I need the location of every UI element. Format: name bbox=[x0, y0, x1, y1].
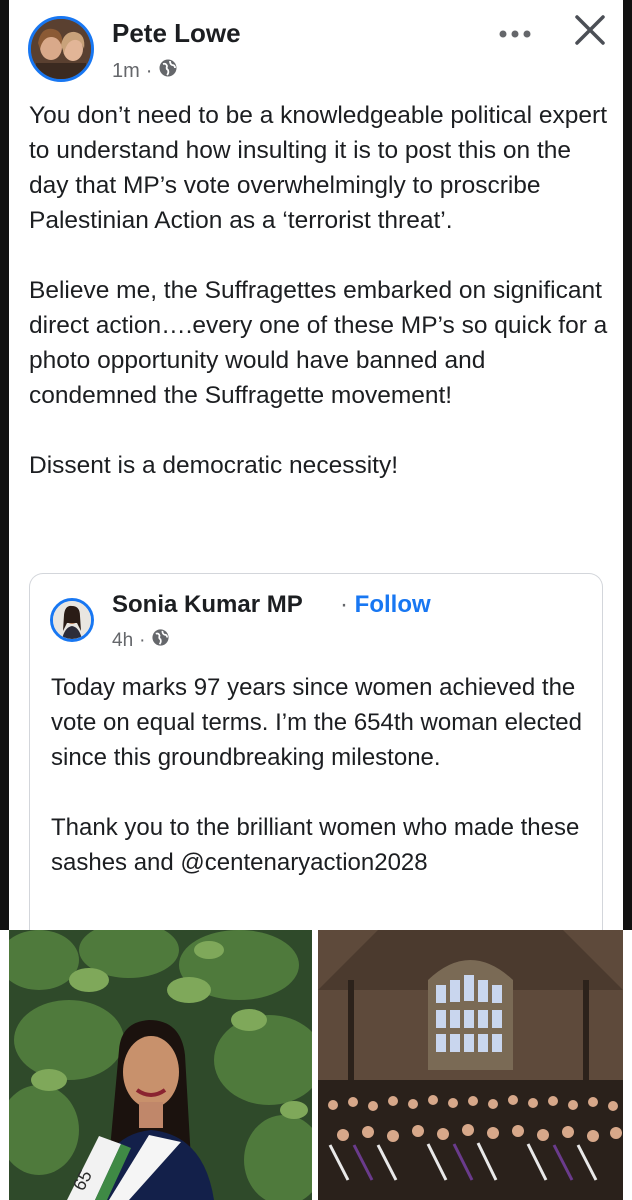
shared-post-text: Today marks 97 years since women achieve… bbox=[51, 670, 591, 880]
author-name[interactable]: Pete Lowe bbox=[112, 18, 241, 49]
shared-author-name[interactable]: Sonia Kumar MP bbox=[112, 591, 303, 619]
post-time[interactable]: 1m bbox=[112, 60, 140, 83]
globe-icon bbox=[151, 628, 170, 653]
shared-post-time[interactable]: 4h bbox=[112, 630, 133, 652]
post-paragraph: You don’t need to be a knowledgeable pol… bbox=[29, 102, 607, 234]
follow-button[interactable]: · Follow bbox=[340, 591, 431, 619]
close-button[interactable] bbox=[570, 12, 610, 52]
screen-frame-left bbox=[0, 0, 9, 930]
more-options-button[interactable] bbox=[495, 14, 535, 54]
close-icon bbox=[574, 14, 606, 51]
more-dots-icon bbox=[499, 25, 531, 43]
post-paragraph: Believe me, the Suffragettes embarked on… bbox=[29, 277, 608, 409]
photo-woman-with-sash[interactable]: 65 bbox=[9, 930, 312, 1200]
shared-author-avatar[interactable] bbox=[50, 598, 94, 642]
shared-paragraph: Today marks 97 years since women achieve… bbox=[51, 674, 582, 771]
post-text: You don’t need to be a knowledgeable pol… bbox=[29, 98, 609, 483]
follow-label: Follow bbox=[354, 591, 431, 618]
post-paragraph: Dissent is a democratic necessity! bbox=[29, 452, 398, 479]
shared-post-card[interactable]: Sonia Kumar MP · Follow 4h · Today marks… bbox=[29, 573, 603, 953]
shared-paragraph: Thank you to the brilliant women who mad… bbox=[51, 814, 580, 876]
post-meta: 1m · bbox=[112, 58, 178, 84]
screen-frame-right bbox=[623, 0, 632, 930]
follow-separator: · bbox=[340, 591, 348, 618]
photo-group-in-hall[interactable] bbox=[318, 930, 623, 1200]
meta-separator: · bbox=[145, 59, 153, 82]
post-header: Pete Lowe 1m · bbox=[28, 12, 608, 92]
meta-separator: · bbox=[139, 629, 146, 651]
shared-post-meta: 4h · bbox=[112, 628, 170, 653]
globe-icon bbox=[158, 58, 178, 84]
author-avatar[interactable] bbox=[28, 16, 94, 82]
